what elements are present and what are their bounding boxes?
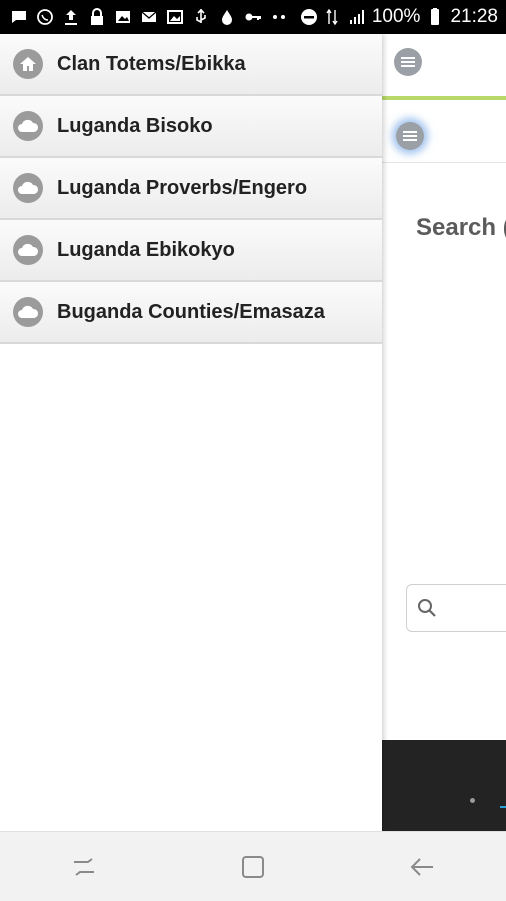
cloud-icon [13, 173, 43, 203]
navigation-drawer: Clan Totems/Ebikka Luganda Bisoko Lugand… [0, 34, 382, 831]
battery-icon [431, 8, 440, 25]
clock: 21:28 [450, 6, 498, 27]
page-footer [382, 740, 506, 831]
status-bar: 100% 21:28 [0, 0, 506, 34]
system-navigation-bar [0, 831, 506, 901]
mail-icon [141, 11, 157, 22]
data-icon [326, 8, 338, 26]
whatsapp-icon [37, 9, 53, 25]
footer-bullet [470, 798, 475, 803]
usb-icon [196, 8, 206, 23]
drawer-item-label: Luganda Ebikokyo [57, 238, 235, 261]
header-menu-button[interactable] [394, 48, 422, 76]
cloud-icon [13, 235, 43, 265]
key-icon [245, 13, 261, 21]
system-status: 100% 21:28 [300, 6, 498, 28]
gallery-icon [167, 10, 183, 24]
page-header [382, 34, 506, 100]
page-toolbar [382, 100, 506, 163]
more-notifications-icon [273, 15, 285, 19]
menu-icon [401, 57, 415, 67]
menu-icon [403, 131, 417, 141]
drawer-item-label: Buganda Counties/Emasaza [57, 300, 325, 323]
drawer-item-label: Luganda Bisoko [57, 114, 213, 137]
search-icon [418, 599, 436, 617]
drawer-item-clan-totems[interactable]: Clan Totems/Ebikka [0, 34, 382, 96]
footer-link[interactable] [500, 790, 506, 808]
drawer-item-luganda-proverbs[interactable]: Luganda Proverbs/Engero [0, 158, 382, 220]
drawer-item-luganda-bisoko[interactable]: Luganda Bisoko [0, 96, 382, 158]
image-icon [116, 11, 130, 23]
battery-percent: 100% [371, 6, 421, 27]
notification-icons [10, 8, 288, 26]
signal-icon [349, 10, 364, 24]
drawer-item-label: Clan Totems/Ebikka [57, 52, 246, 75]
drawer-item-buganda-counties[interactable]: Buganda Counties/Emasaza [0, 282, 382, 344]
do-not-disturb-icon [300, 9, 317, 25]
drop-icon [222, 10, 232, 25]
home-button[interactable] [223, 837, 283, 897]
lock-icon [91, 8, 103, 25]
search-input[interactable] [406, 584, 506, 632]
message-icon [12, 11, 26, 23]
upload-icon [65, 10, 77, 25]
home-square-icon [241, 855, 264, 878]
drawer-item-luganda-ebikokyo[interactable]: Luganda Ebikokyo [0, 220, 382, 282]
cloud-icon [13, 297, 43, 327]
back-button[interactable] [392, 837, 452, 897]
recents-button[interactable] [54, 837, 114, 897]
home-icon [13, 49, 43, 79]
panel-menu-button[interactable] [396, 122, 424, 150]
drawer-item-label: Luganda Proverbs/Engero [57, 176, 308, 199]
cloud-icon [13, 111, 43, 141]
search-heading: Search ( [416, 214, 506, 241]
back-arrow-icon [410, 857, 433, 876]
recents-icon [74, 857, 95, 876]
